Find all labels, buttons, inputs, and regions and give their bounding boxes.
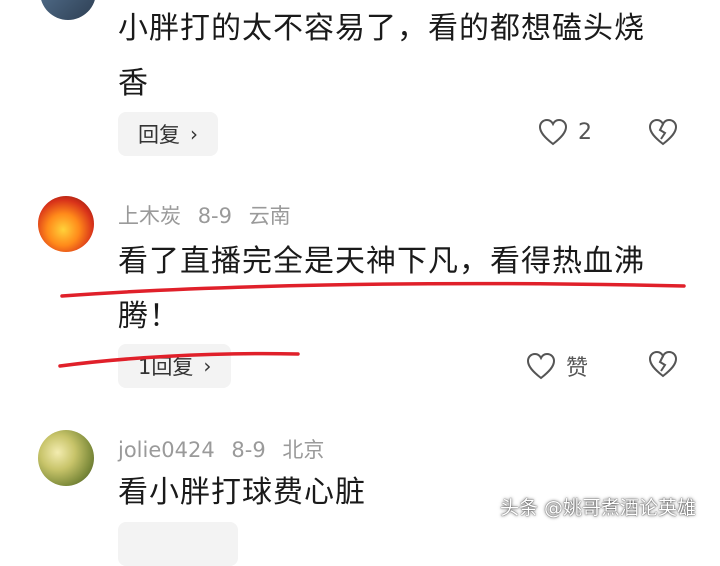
comment-location: 云南 xyxy=(248,204,291,228)
dislike-button[interactable] xyxy=(648,118,678,150)
heart-icon xyxy=(526,352,556,380)
avatar[interactable] xyxy=(40,0,96,20)
broken-heart-icon xyxy=(648,118,678,146)
reply-button[interactable]: 1回复 › xyxy=(118,344,232,388)
comment-date: 8-9 xyxy=(231,438,266,462)
heart-icon xyxy=(538,118,568,146)
comment-text: 小胖打的太不容易了，看的都想磕头烧 香 xyxy=(118,11,645,101)
like-button[interactable]: 2 xyxy=(538,118,592,146)
chevron-right-icon: › xyxy=(190,122,198,146)
avatar[interactable] xyxy=(38,430,94,486)
like-button[interactable]: 赞 xyxy=(526,350,588,382)
comment-date: 8-9 xyxy=(197,204,232,228)
username[interactable]: jolie0424 xyxy=(118,438,215,462)
reply-button[interactable]: 回复 › xyxy=(118,112,218,156)
comment-text: 看了直播完全是天神下凡，看得热血沸 腾！ xyxy=(118,244,645,334)
dislike-button[interactable] xyxy=(648,350,678,382)
broken-heart-icon xyxy=(648,350,678,378)
chevron-right-icon: › xyxy=(203,354,212,378)
red-underline-annotation xyxy=(58,351,300,368)
reply-button[interactable] xyxy=(118,522,238,566)
comment-meta: jolie0424 8-9 北京 xyxy=(118,434,334,464)
watermark: 头条 @姚哥煮酒论英雄 xyxy=(499,497,696,519)
username[interactable]: 上木炭 xyxy=(118,204,181,228)
comment-location: 北京 xyxy=(282,438,325,462)
avatar[interactable] xyxy=(38,196,94,252)
comment-meta: 上木炭 8-9 云南 xyxy=(118,200,301,230)
